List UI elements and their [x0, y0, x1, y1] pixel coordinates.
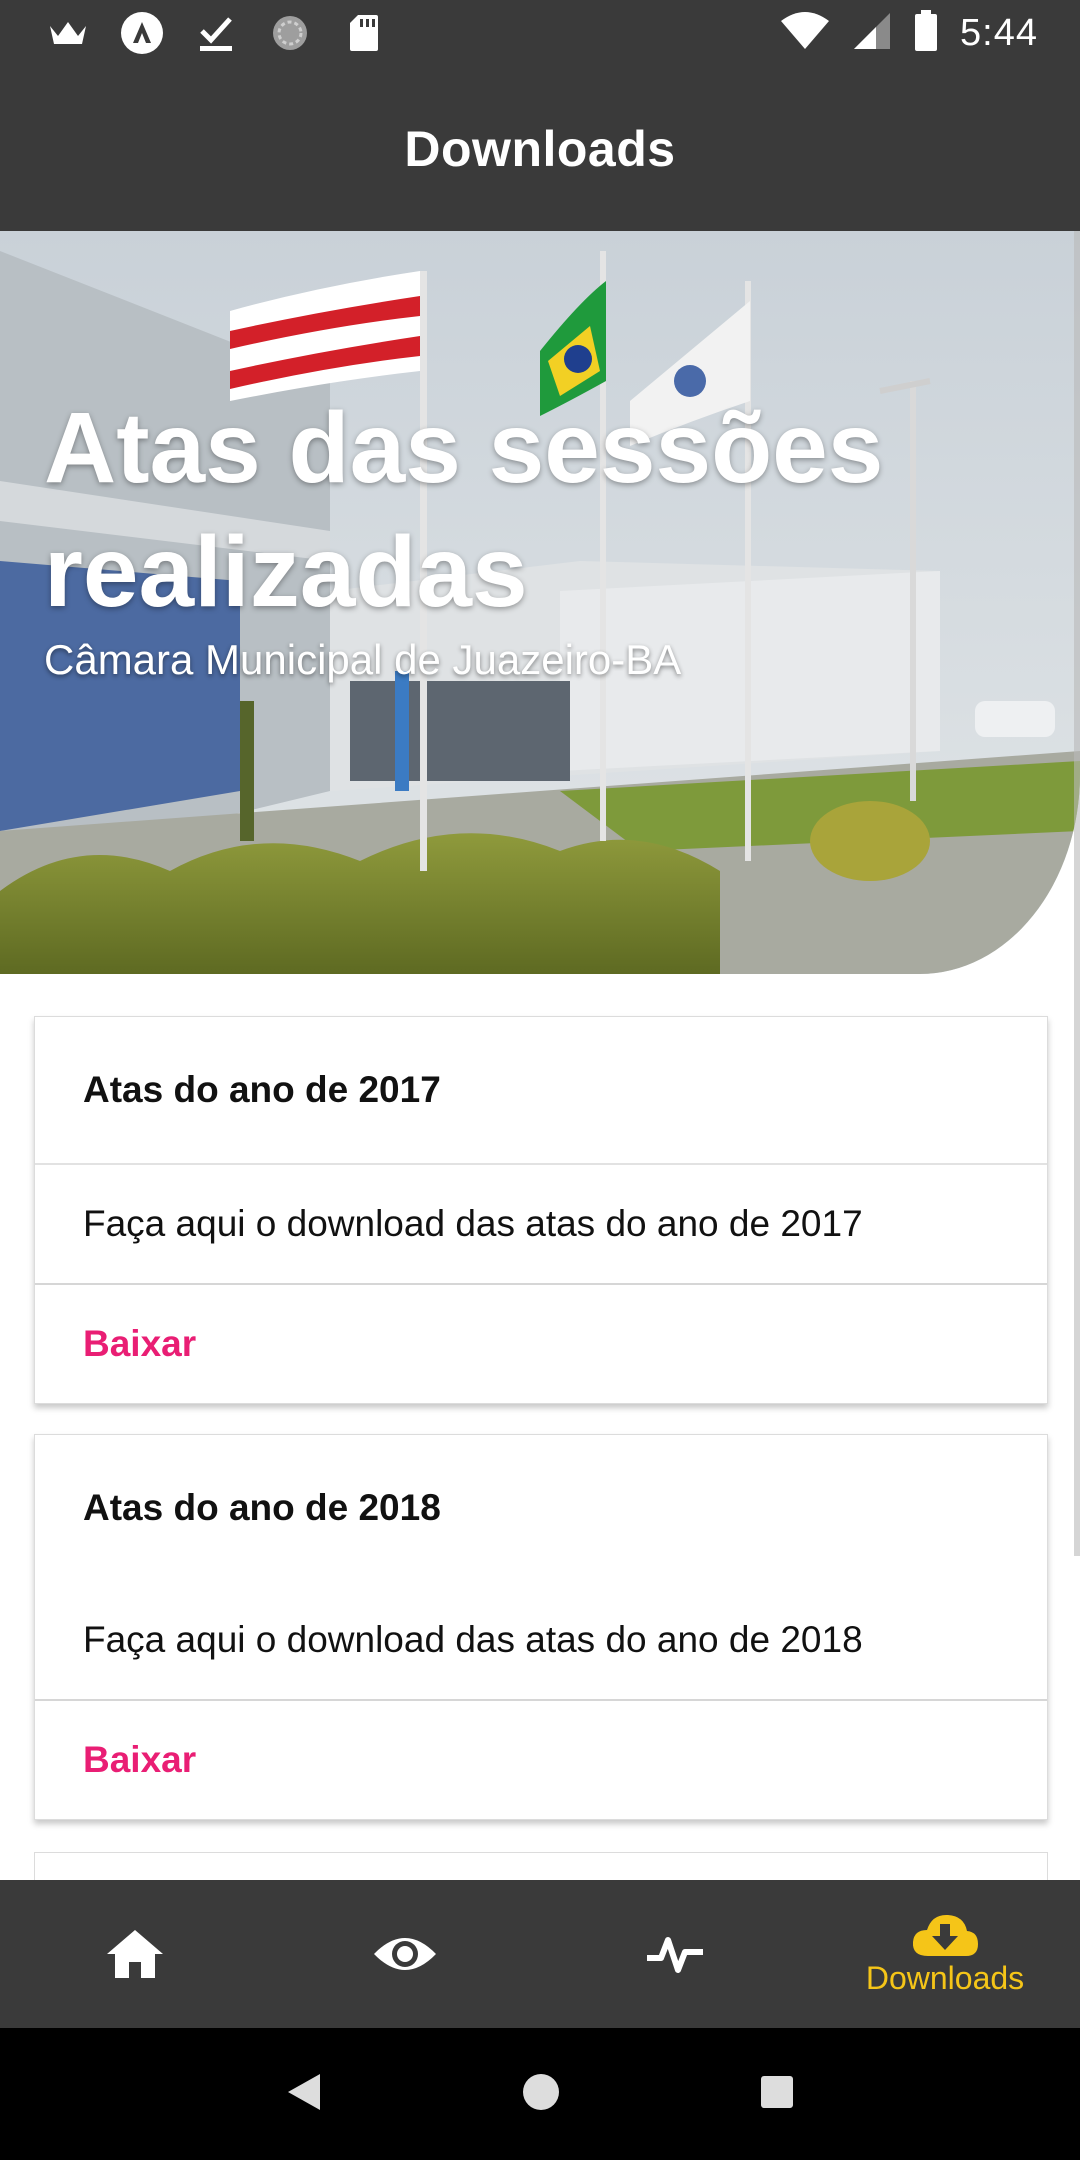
system-status: 5:44	[780, 8, 1038, 58]
recents-button[interactable]	[760, 2075, 794, 2114]
nav-activity[interactable]	[540, 1880, 810, 2028]
nav-view[interactable]	[270, 1880, 540, 2028]
card-next-peek	[34, 1852, 1048, 1883]
home-button[interactable]	[522, 2073, 560, 2116]
scrollbar[interactable]	[1074, 231, 1080, 1556]
nav-downloads-label: Downloads	[865, 1959, 1025, 1996]
card-title: Atas do ano de 2017	[35, 1017, 1047, 1165]
crown-icon	[46, 11, 90, 55]
download-button[interactable]: Baixar	[35, 1285, 1047, 1403]
card-atas-2018: Atas do ano de 2018 Faça aqui o download…	[34, 1434, 1048, 1820]
download-done-icon	[194, 11, 238, 55]
card-atas-2017: Atas do ano de 2017 Faça aqui o download…	[34, 1016, 1048, 1404]
home-circle-icon	[523, 2073, 559, 2110]
hero-title: Atas das sessões realizadas	[44, 392, 884, 628]
bottom-navigation: Downloads	[0, 1880, 1080, 2028]
activity-icon	[647, 1937, 703, 1973]
notification-icons	[46, 10, 386, 56]
back-icon	[288, 2073, 320, 2110]
download-button[interactable]: Baixar	[35, 1701, 1047, 1819]
recents-icon	[761, 2075, 793, 2108]
battery-icon	[914, 9, 938, 57]
hero-banner: Atas das sessões realizadas Câmara Munic…	[0, 231, 1080, 974]
status-bar: 5:44	[0, 0, 1080, 66]
nav-downloads[interactable]: Downloads	[810, 1880, 1080, 2028]
app-icon	[120, 11, 164, 55]
page-title: Downloads	[404, 120, 676, 177]
system-navigation-bar	[0, 2028, 1080, 2160]
card-description: Faça aqui o download das atas do ano de …	[35, 1581, 1047, 1701]
cloud-download-icon	[912, 1914, 978, 1956]
card-title: Atas do ano de 2018	[83, 1487, 441, 1528]
clock: 5:44	[960, 11, 1038, 54]
signal-icon	[852, 11, 892, 56]
wifi-icon	[780, 11, 830, 56]
home-icon	[107, 1930, 163, 1978]
nav-home[interactable]	[0, 1880, 270, 2028]
sd-card-icon	[342, 11, 386, 55]
sync-icon	[268, 11, 312, 55]
eye-icon	[374, 1938, 436, 1970]
hero-subtitle: Câmara Municipal de Juazeiro-BA	[44, 636, 682, 683]
back-button[interactable]	[286, 2072, 322, 2117]
app-bar: Downloads	[0, 66, 1080, 231]
card-description: Faça aqui o download das atas do ano de …	[35, 1165, 1047, 1285]
